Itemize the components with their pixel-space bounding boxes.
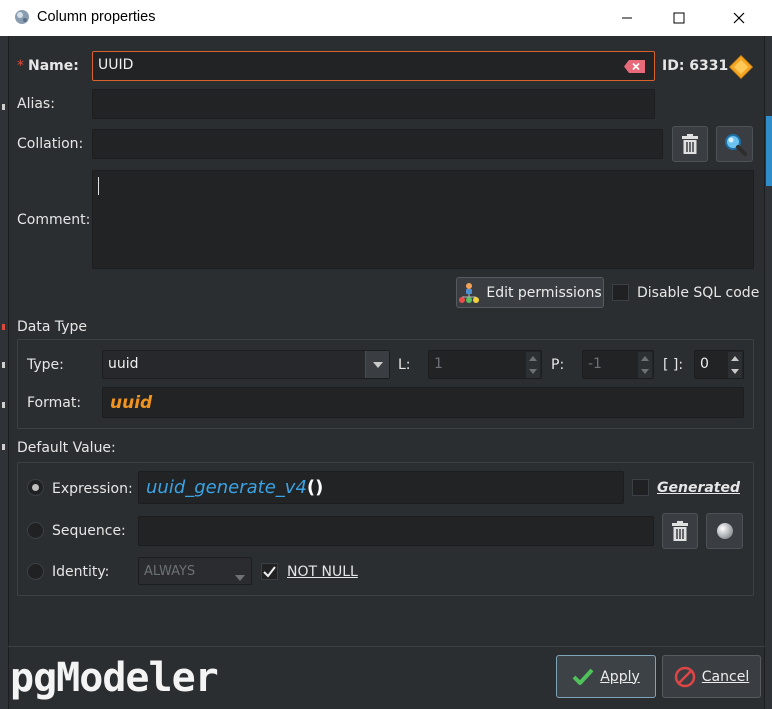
app-icon — [13, 8, 31, 26]
dimension-spinbox[interactable]: 0 — [694, 350, 744, 379]
length-spinbox[interactable]: 1 — [428, 350, 542, 379]
disable-sql-label[interactable]: Disable SQL code — [637, 285, 759, 301]
edge-mark — [2, 104, 5, 110]
clear-text-icon[interactable] — [624, 60, 646, 77]
name-label-text: Name: — [28, 58, 79, 74]
edge-mark — [2, 402, 5, 408]
generated-checkbox[interactable] — [632, 479, 649, 496]
edge-mark — [2, 324, 5, 330]
expression-value: uuid_generate_v4() — [146, 477, 324, 498]
identity-radio[interactable] — [27, 563, 44, 580]
sequence-clear-button[interactable] — [662, 513, 698, 549]
permissions-icon — [459, 282, 480, 303]
apply-label: Apply — [600, 668, 640, 685]
close-button[interactable] — [710, 0, 768, 36]
background-window-edge — [0, 36, 8, 709]
pgmodeler-logo: pgModeler — [10, 655, 219, 701]
maximize-icon — [673, 12, 685, 24]
format-value: uuid — [110, 393, 153, 413]
expression-radio[interactable] — [27, 479, 44, 496]
required-marker: * — [17, 58, 24, 74]
default-value-section-label: Default Value: — [17, 440, 116, 456]
search-icon — [724, 134, 747, 156]
minimize-icon — [622, 17, 632, 19]
chevron-down-icon — [365, 351, 389, 378]
precision-spinbox[interactable]: -1 — [582, 350, 654, 379]
footer-divider — [8, 646, 765, 647]
sphere-icon — [716, 523, 733, 539]
data-type-section-label: Data Type — [17, 319, 88, 335]
sequence-radio[interactable] — [27, 522, 44, 539]
name-input-value: UUID — [98, 57, 134, 73]
sequence-input[interactable] — [138, 516, 654, 546]
background-window-edge — [765, 36, 772, 709]
alias-input[interactable] — [92, 89, 655, 119]
edge-highlight — [766, 116, 772, 186]
trash-icon — [682, 134, 698, 154]
precision-label: P: — [551, 357, 565, 373]
name-label: * Name: — [17, 58, 79, 74]
spin-arrows-icon — [728, 352, 742, 378]
identity-select-value: ALWAYS — [144, 564, 196, 579]
minimize-button[interactable] — [598, 0, 656, 36]
collation-input[interactable] — [92, 129, 663, 159]
radio-selected-dot — [32, 484, 39, 491]
title-bar: Column properties — [0, 0, 772, 36]
dimension-label: [ ]: — [663, 357, 684, 373]
collation-search-button[interactable] — [716, 126, 753, 162]
cancel-icon — [674, 666, 696, 687]
edge-mark — [2, 444, 5, 450]
not-null-label[interactable]: NOT NULL — [287, 564, 358, 580]
name-input[interactable]: UUID — [92, 51, 655, 81]
type-select-value: uuid — [108, 356, 139, 372]
chevron-down-icon — [235, 569, 245, 585]
edge-mark — [2, 362, 5, 368]
close-icon — [733, 12, 745, 24]
comment-textarea[interactable] — [92, 170, 754, 269]
expression-label[interactable]: Expression: — [52, 481, 133, 497]
collation-label: Collation: — [17, 136, 84, 152]
cancel-label: Cancel — [701, 668, 750, 685]
checkmark-icon — [263, 565, 276, 578]
apply-button[interactable]: Apply — [556, 655, 656, 698]
disable-sql-checkbox[interactable] — [612, 284, 629, 301]
identity-select[interactable]: ALWAYS — [138, 557, 252, 585]
sequence-select-button[interactable] — [706, 513, 743, 549]
comment-label: Comment: — [17, 212, 91, 228]
maximize-button[interactable] — [650, 0, 708, 36]
sequence-label[interactable]: Sequence: — [52, 523, 126, 539]
type-select[interactable]: uuid — [102, 350, 390, 379]
format-label: Format: — [27, 395, 82, 411]
spin-arrows-icon — [638, 352, 652, 378]
type-label: Type: — [27, 357, 64, 373]
check-icon — [572, 668, 594, 685]
cancel-button[interactable]: Cancel — [662, 655, 761, 698]
not-null-checkbox[interactable] — [261, 563, 278, 580]
expression-input[interactable]: uuid_generate_v4() — [138, 471, 624, 504]
length-label: L: — [398, 357, 411, 373]
alias-label: Alias: — [17, 96, 55, 112]
diamond-icon — [728, 54, 754, 84]
window-title: Column properties — [37, 9, 156, 25]
edit-permissions-button[interactable]: Edit permissions — [456, 277, 604, 308]
spin-arrows-icon — [526, 352, 540, 378]
generated-label[interactable]: Generated — [657, 480, 740, 496]
format-display: uuid — [102, 387, 744, 418]
object-id-label: ID: 6331 — [662, 58, 729, 74]
identity-label[interactable]: Identity: — [52, 564, 109, 580]
trash-icon — [672, 521, 688, 541]
text-cursor — [98, 177, 99, 195]
edit-permissions-label: Edit permissions — [486, 284, 602, 301]
collation-clear-button[interactable] — [672, 126, 708, 162]
